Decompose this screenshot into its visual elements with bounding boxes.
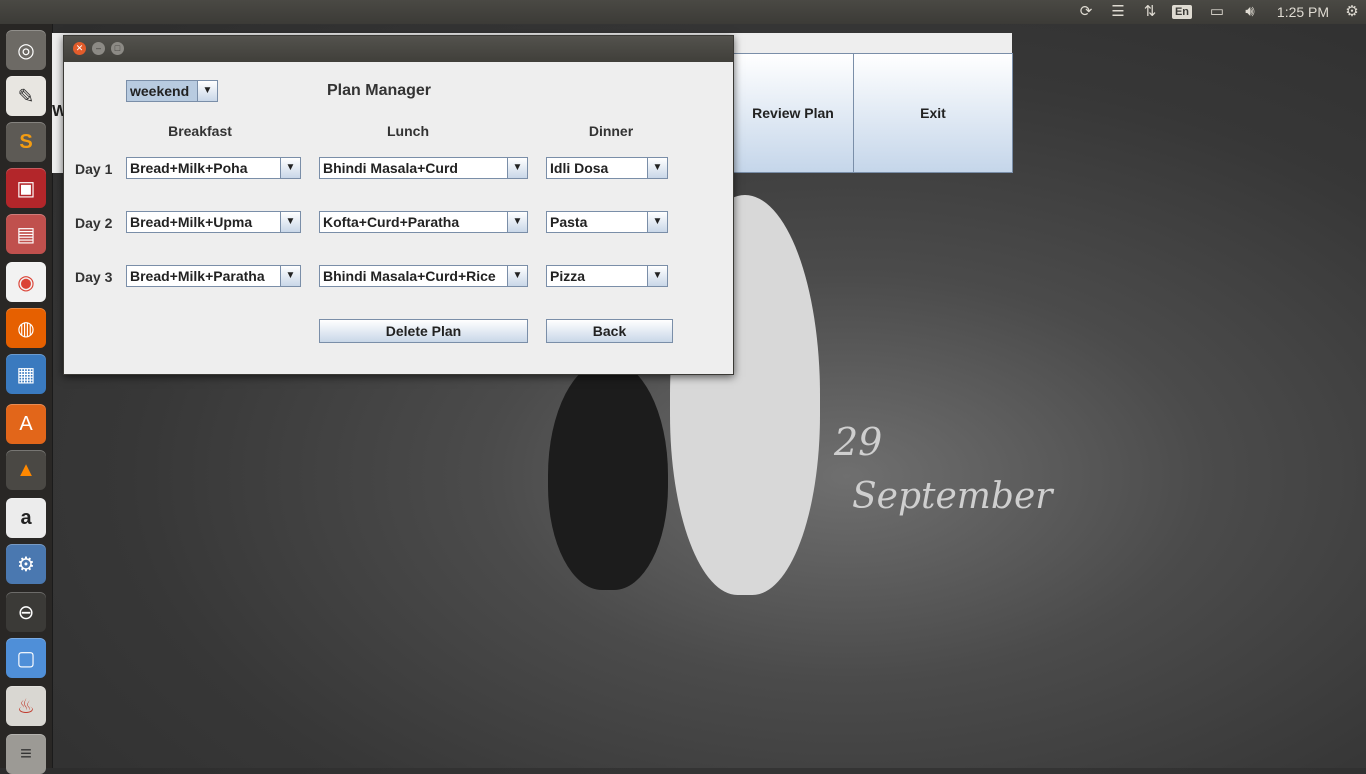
chevron-down-icon[interactable]: ▼ bbox=[280, 266, 300, 286]
battery-icon[interactable]: ▭ bbox=[1203, 0, 1231, 24]
breakfast-select-day2[interactable]: Bread+Milk+Upma ▼ bbox=[126, 211, 301, 233]
page-title: Plan Manager bbox=[327, 82, 432, 99]
chrome-icon[interactable]: ◉ bbox=[6, 262, 46, 302]
chevron-down-icon[interactable]: ▼ bbox=[647, 158, 667, 178]
ubuntu-logo-icon[interactable]: ◎ bbox=[6, 30, 46, 70]
exit-label: Exit bbox=[920, 105, 946, 121]
review-plan-button[interactable]: Review Plan bbox=[732, 53, 854, 173]
chevron-down-icon[interactable]: ▼ bbox=[647, 266, 667, 286]
sync-icon[interactable]: ⟳ bbox=[1074, 0, 1098, 24]
dinner-select-day1[interactable]: Idli Dosa ▼ bbox=[546, 157, 668, 179]
day-label: Day 3 bbox=[75, 269, 113, 285]
plan-type-select[interactable]: weekend ▼ bbox=[126, 80, 218, 102]
lunch-select-day2[interactable]: Kofta+Curd+Paratha ▼ bbox=[319, 211, 528, 233]
minimize-icon[interactable]: – bbox=[92, 42, 105, 55]
breakfast-value: Bread+Milk+Paratha bbox=[130, 268, 265, 284]
software-center-icon[interactable]: A bbox=[6, 404, 46, 444]
settings-icon[interactable]: ⚙ bbox=[6, 544, 46, 584]
lunch-select-day3[interactable]: Bhindi Masala+Curd+Rice ▼ bbox=[319, 265, 528, 287]
chevron-down-icon[interactable]: ▼ bbox=[197, 81, 217, 101]
breakfast-select-day3[interactable]: Bread+Milk+Paratha ▼ bbox=[126, 265, 301, 287]
chevron-down-icon[interactable]: ▼ bbox=[507, 212, 527, 232]
maximize-icon[interactable]: □ bbox=[111, 42, 124, 55]
breakfast-value: Bread+Milk+Poha bbox=[130, 160, 248, 176]
column-header-dinner: Dinner bbox=[588, 123, 634, 139]
amazon-icon[interactable]: a bbox=[6, 498, 46, 538]
back-button[interactable]: Back bbox=[546, 319, 673, 343]
exit-button[interactable]: Exit bbox=[853, 53, 1013, 173]
chevron-down-icon[interactable]: ▼ bbox=[647, 212, 667, 232]
day-label: Day 1 bbox=[75, 161, 113, 177]
trash-icon[interactable]: ≡ bbox=[6, 734, 46, 774]
day-label: Day 2 bbox=[75, 215, 113, 231]
system-gear-icon[interactable]: ⚙ bbox=[1340, 0, 1364, 24]
breakfast-value: Bread+Milk+Upma bbox=[130, 214, 253, 230]
language-label: En bbox=[1171, 5, 1193, 19]
chevron-down-icon[interactable]: ▼ bbox=[280, 212, 300, 232]
plan-manager-window: ✕ – □ weekend ▼ Plan Manager Breakfast L… bbox=[63, 35, 734, 375]
chevron-down-icon[interactable]: ▼ bbox=[507, 158, 527, 178]
volume-icon[interactable]: 🔊︎ bbox=[1238, 0, 1262, 24]
text-editor-icon[interactable]: ✎ bbox=[6, 76, 46, 116]
window-titlebar[interactable]: ✕ – □ bbox=[64, 36, 733, 62]
lunch-value: Kofta+Curd+Paratha bbox=[323, 214, 460, 230]
dinner-value: Idli Dosa bbox=[550, 160, 609, 176]
dinner-value: Pizza bbox=[550, 268, 586, 284]
delete-plan-button[interactable]: Delete Plan bbox=[319, 319, 528, 343]
writer-icon[interactable]: ▦ bbox=[6, 354, 46, 394]
menu-list-icon[interactable]: ☰ bbox=[1106, 0, 1130, 24]
disk-icon[interactable]: ⊖ bbox=[6, 592, 46, 632]
chevron-down-icon[interactable]: ▼ bbox=[280, 158, 300, 178]
files-icon[interactable]: ▤ bbox=[6, 214, 46, 254]
firefox-icon[interactable]: ◍ bbox=[6, 308, 46, 348]
clock[interactable]: 1:25 PM bbox=[1272, 0, 1334, 24]
column-header-lunch: Lunch bbox=[387, 123, 429, 139]
virtualbox-icon[interactable]: ▢ bbox=[6, 638, 46, 678]
terminal-icon[interactable]: ▣ bbox=[6, 168, 46, 208]
keyboard-language-indicator[interactable]: En bbox=[1170, 0, 1194, 24]
delete-plan-label: Delete Plan bbox=[385, 323, 462, 339]
java-icon[interactable]: ♨ bbox=[6, 686, 46, 726]
wallpaper-black-cat bbox=[548, 360, 668, 590]
launcher: ◎ ✎ S ▣ ▤ ◉ ◍ ▦ A ▲ a ⚙ ⊖ ▢ ♨ ≡ bbox=[0, 24, 53, 774]
top-panel: ⟳ ☰ ⇅ En ▭ 🔊︎ 1:25 PM ⚙ bbox=[0, 0, 1366, 24]
wallpaper-day: 29 bbox=[834, 420, 883, 464]
wallpaper-month: September bbox=[852, 476, 1053, 517]
plan-type-value: weekend bbox=[130, 83, 190, 99]
column-header-breakfast: Breakfast bbox=[168, 123, 232, 139]
dinner-select-day2[interactable]: Pasta ▼ bbox=[546, 211, 668, 233]
back-label: Back bbox=[592, 323, 627, 339]
breakfast-select-day1[interactable]: Bread+Milk+Poha ▼ bbox=[126, 157, 301, 179]
lunch-value: Bhindi Masala+Curd+Rice bbox=[323, 268, 496, 284]
vlc-icon[interactable]: ▲ bbox=[6, 450, 46, 490]
network-icon[interactable]: ⇅ bbox=[1138, 0, 1162, 24]
dinner-value: Pasta bbox=[550, 214, 588, 230]
dinner-select-day3[interactable]: Pizza ▼ bbox=[546, 265, 668, 287]
lunch-value: Bhindi Masala+Curd bbox=[323, 160, 458, 176]
sublime-icon[interactable]: S bbox=[6, 122, 46, 162]
review-plan-label: Review Plan bbox=[752, 105, 834, 121]
chevron-down-icon[interactable]: ▼ bbox=[507, 266, 527, 286]
clock-text: 1:25 PM bbox=[1276, 4, 1330, 20]
close-icon[interactable]: ✕ bbox=[73, 42, 86, 55]
lunch-select-day1[interactable]: Bhindi Masala+Curd ▼ bbox=[319, 157, 528, 179]
